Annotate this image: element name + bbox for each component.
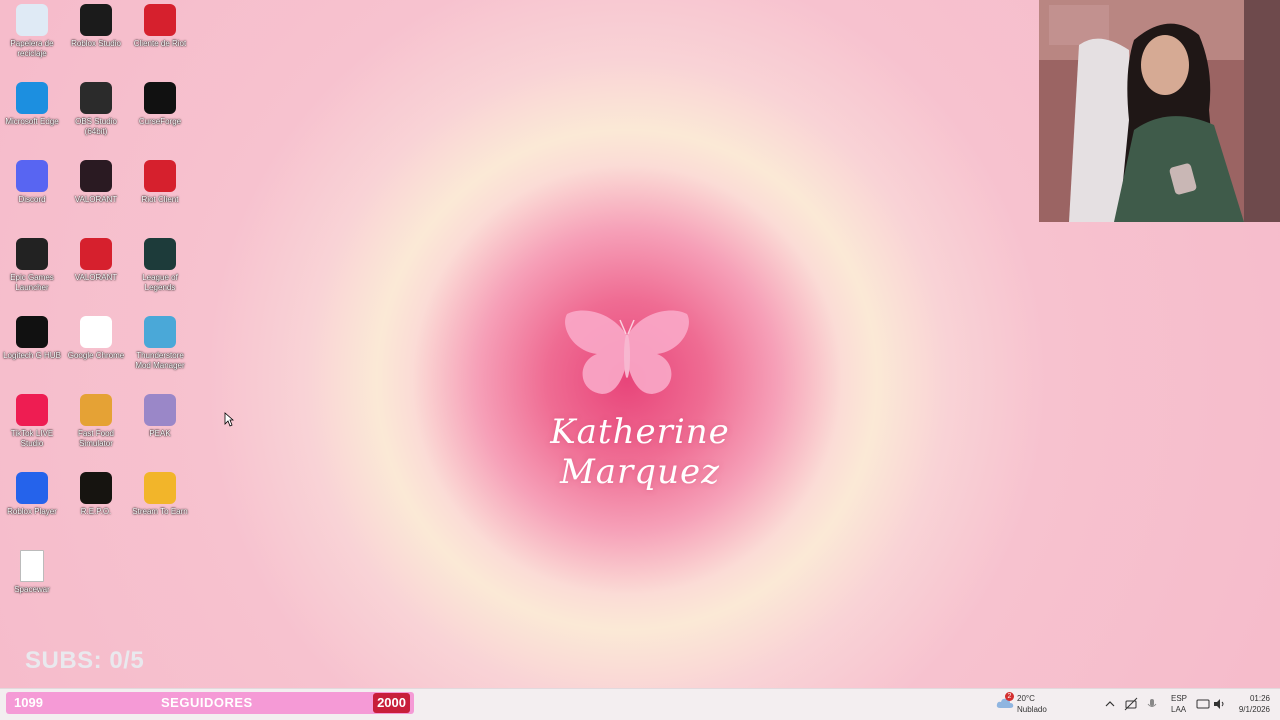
followers-goal: 2000 [373, 693, 410, 713]
desktop-icon[interactable]: Cliente de Riot [128, 4, 192, 80]
language-top[interactable]: ESP [1171, 694, 1187, 704]
desktop-icon-label: League of Legends [142, 273, 178, 292]
desktop-icon-label: Roblox Player [7, 507, 57, 516]
chrome-icon [80, 316, 112, 348]
clock-date[interactable]: 9/1/2026 [1230, 705, 1270, 715]
desktop-icon[interactable]: Thunderstore Mod Manager [128, 316, 192, 392]
desktop-icon[interactable]: VALORANT [64, 160, 128, 236]
riot-client-icon [144, 4, 176, 36]
desktop-icon[interactable]: Roblox Player [0, 472, 64, 548]
logitech-icon [16, 316, 48, 348]
peak-icon [144, 394, 176, 426]
desktop-icon[interactable]: Fast Food Simulator [64, 394, 128, 470]
desktop-icon[interactable]: Discord [0, 160, 64, 236]
desktop-icon[interactable]: Stream To Earn [128, 472, 192, 548]
desktop-icon-label: Epic Games Launcher [10, 273, 54, 292]
league-of-legends-icon [144, 238, 176, 270]
desktop-icon[interactable]: Roblox Studio [64, 4, 128, 80]
microphone-icon[interactable] [1145, 697, 1159, 711]
desktop-icon-label: VALORANT [74, 195, 118, 204]
followers-goal-bar: 1099 SEGUIDORES 2000 [6, 692, 414, 714]
desktop-icon[interactable]: R.E.P.O. [64, 472, 128, 548]
desktop-icon-label: Discord [18, 195, 46, 204]
desktop-icon[interactable]: VALORANT [64, 238, 128, 314]
riot-client-icon [80, 238, 112, 270]
desktop-icon-label: PEAK [149, 429, 171, 438]
desktop-icon[interactable]: TikTok LIVE Studio [0, 394, 64, 470]
desktop-icon-label: Microsoft Edge [5, 117, 59, 126]
network-off-icon[interactable] [1124, 697, 1138, 711]
roblox-studio-icon [80, 4, 112, 36]
desktop-icon-label: Riot Client [141, 195, 179, 204]
file-icon [20, 550, 44, 582]
roblox-player-icon [16, 472, 48, 504]
desktop-icon-label: OBS Studio (64bit) [75, 117, 117, 136]
desktop-icon-label: VALORANT [74, 273, 118, 282]
desktop-icon[interactable]: Epic Games Launcher [0, 238, 64, 314]
desktop-icon[interactable]: CurseForge [128, 82, 192, 158]
epic-games-icon [16, 238, 48, 270]
tiktok-icon [16, 394, 48, 426]
riot-client-icon [144, 160, 176, 192]
followers-count: 1099 [14, 695, 43, 710]
desktop-icon[interactable]: Google Chrome [64, 316, 128, 392]
desktop-icon[interactable]: Logitech G HUB [0, 316, 64, 392]
desktop-icon[interactable]: Riot Client [128, 160, 192, 236]
speaker-icon[interactable] [1212, 697, 1226, 711]
discord-icon [16, 160, 48, 192]
desktop-icon[interactable]: Papelera de reciclaje [0, 4, 64, 80]
chevron-up-icon[interactable] [1103, 697, 1117, 711]
butterfly-logo-icon [565, 310, 689, 394]
desktop-icon-label: Spacewar [14, 585, 50, 594]
webcam-feed [1039, 0, 1280, 222]
desktop-icon[interactable]: PEAK [128, 394, 192, 470]
desktop-icon-label: R.E.P.O. [80, 507, 112, 516]
desktop-icon-label: Thunderstore Mod Manager [135, 351, 185, 370]
repo-icon [80, 472, 112, 504]
edge-icon [16, 82, 48, 114]
desktop-icon-label: TikTok LIVE Studio [10, 429, 54, 448]
curseforge-icon [144, 82, 176, 114]
desktop-icon-label: Fast Food Simulator [77, 429, 114, 448]
desktop-icon-label: Google Chrome [67, 351, 125, 360]
desktop-icon[interactable]: OBS Studio (64bit) [64, 82, 128, 158]
desktop-icon-label: CurseForge [138, 117, 182, 126]
weather-badge: 2 [1005, 692, 1014, 701]
desktop-icon[interactable]: League of Legends [128, 238, 192, 314]
desktop-icon-label: Cliente de Riot [133, 39, 187, 48]
desktop-icon[interactable]: Microsoft Edge [0, 82, 64, 158]
followers-label: SEGUIDORES [161, 695, 253, 710]
display-icon[interactable] [1196, 697, 1210, 711]
mouse-cursor-icon [224, 412, 234, 427]
desktop-icon[interactable]: Spacewar [0, 550, 64, 626]
desktop-icon-label: Logitech G HUB [3, 351, 61, 360]
desktop-icon-label: Roblox Studio [71, 39, 121, 48]
weather-temp[interactable]: 20°C [1017, 694, 1035, 704]
valorant-icon [80, 160, 112, 192]
wallpaper-name: Katherine Marquez [550, 412, 730, 492]
fast-food-simulator-icon [80, 394, 112, 426]
language-bottom[interactable]: LAA [1171, 705, 1186, 715]
stream-to-earn-icon [144, 472, 176, 504]
recycle-bin-icon [16, 4, 48, 36]
thunderstore-icon [144, 316, 176, 348]
desktop-icon-label: Stream To Earn [132, 507, 188, 516]
obs-icon [80, 82, 112, 114]
weather-desc[interactable]: Nublado [1017, 705, 1047, 715]
desktop-icon-label: Papelera de reciclaje [10, 39, 54, 58]
subs-counter: SUBS: 0/5 [25, 647, 145, 674]
clock-time[interactable]: 01:26 [1238, 694, 1270, 704]
